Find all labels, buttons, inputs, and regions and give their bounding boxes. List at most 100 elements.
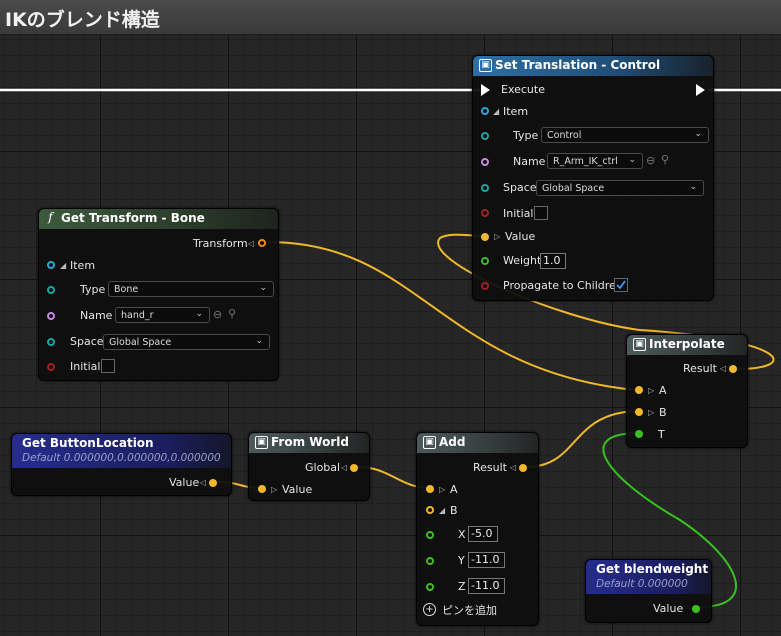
type-pin[interactable] xyxy=(481,132,489,140)
wire-add-result-to-interpolate-b xyxy=(525,410,641,468)
add-a-label: A xyxy=(450,483,458,496)
interpolate-title: Interpolate xyxy=(649,337,725,351)
expand-item-icon[interactable]: ◢ xyxy=(493,107,499,116)
gt-name-dropdown[interactable]: hand_r ⌄ xyxy=(115,307,210,323)
fw-value-pin[interactable] xyxy=(258,485,266,493)
value-arrow-icon: ◁ xyxy=(200,478,207,487)
interp-a-pin[interactable] xyxy=(635,386,643,394)
execute-in-pin[interactable] xyxy=(481,84,490,96)
expand-b-icon[interactable]: ▷ xyxy=(648,408,654,417)
gt-space-label: Space xyxy=(70,335,104,348)
function-node-icon: ▣ xyxy=(255,436,268,449)
propagate-checkbox[interactable] xyxy=(614,278,628,292)
transform-out-pin[interactable] xyxy=(258,239,266,247)
gt-type-value: Bone xyxy=(114,284,139,295)
get-transform-header[interactable]: f Get Transform - Bone xyxy=(39,209,278,229)
add-z-input[interactable]: -11.0 xyxy=(468,578,505,594)
value-pin[interactable] xyxy=(481,233,489,241)
space-pin[interactable] xyxy=(481,184,489,192)
add-node[interactable]: ▣ Add Result ◁ ▷ A ◢ B X -5.0 Y -11.0 Z … xyxy=(416,432,539,626)
add-z-pin[interactable] xyxy=(426,583,434,591)
search-icon[interactable]: ⚲ xyxy=(228,307,236,320)
gt-type-dropdown[interactable]: Bone ⌄ xyxy=(108,281,274,297)
search-icon[interactable]: ⚲ xyxy=(661,153,669,166)
interp-b-pin[interactable] xyxy=(635,408,643,416)
interpolate-node[interactable]: ▣ Interpolate Result ◁ ▷ A ▷ B T xyxy=(626,334,748,448)
initial-pin[interactable] xyxy=(481,209,489,217)
set-translation-node[interactable]: ▣ Set Translation - Control Execute ◢ It… xyxy=(472,55,714,301)
expand-a-icon[interactable]: ▷ xyxy=(439,485,445,494)
fw-global-pin[interactable] xyxy=(350,464,358,472)
interpolate-header[interactable]: ▣ Interpolate xyxy=(627,335,747,355)
fw-global-label: Global xyxy=(305,461,341,474)
add-a-pin[interactable] xyxy=(426,485,434,493)
get-blendweight-node[interactable]: Get blendweight Default 0.000000 Value xyxy=(585,559,712,623)
interp-result-pin[interactable] xyxy=(729,365,737,373)
add-b-pin[interactable] xyxy=(426,506,434,514)
chevron-down-icon: ⌄ xyxy=(694,129,702,139)
get-button-location-header[interactable]: Get ButtonLocation Default 0.000000,0.00… xyxy=(12,434,231,468)
type-dropdown[interactable]: Control ⌄ xyxy=(541,127,709,143)
add-y-label: Y xyxy=(458,554,465,567)
add-title: Add xyxy=(439,435,466,449)
gt-space-pin[interactable] xyxy=(47,338,55,346)
transform-arrow-icon: ◁ xyxy=(248,239,255,248)
gt-initial-checkbox[interactable] xyxy=(101,359,115,373)
initial-checkbox[interactable] xyxy=(534,206,548,220)
type-label: Type xyxy=(513,129,539,142)
item-label: Item xyxy=(503,105,529,118)
function-node-icon: ▣ xyxy=(633,338,646,351)
initial-label: Initial xyxy=(503,207,534,220)
set-translation-header[interactable]: ▣ Set Translation - Control xyxy=(473,56,713,76)
weight-label: Weight xyxy=(503,254,542,267)
add-y-pin[interactable] xyxy=(426,557,434,565)
expand-item-icon[interactable]: ◢ xyxy=(60,261,66,270)
expand-a-icon[interactable]: ▷ xyxy=(648,386,654,395)
chevron-down-icon: ⌄ xyxy=(259,283,267,293)
add-x-pin[interactable] xyxy=(426,531,434,539)
from-world-node[interactable]: ▣ From World Global ◁ ▷ Value xyxy=(248,432,370,501)
interp-t-pin[interactable] xyxy=(635,430,643,438)
name-pin[interactable] xyxy=(481,158,489,166)
get-blendweight-title: Get blendweight xyxy=(596,562,709,576)
get-blendweight-header[interactable]: Get blendweight Default 0.000000 xyxy=(586,560,711,594)
execute-label: Execute xyxy=(501,83,545,96)
name-label: Name xyxy=(513,155,546,168)
gt-name-value: hand_r xyxy=(121,310,154,321)
gt-initial-pin[interactable] xyxy=(47,363,55,371)
name-dropdown[interactable]: R_Arm_IK_ctrl ⌄ xyxy=(547,153,643,169)
add-y-input[interactable]: -11.0 xyxy=(468,552,505,568)
add-pin-button[interactable]: + ピンを追加 xyxy=(423,603,523,619)
gt-space-dropdown[interactable]: Global Space ⌄ xyxy=(103,334,270,350)
propagate-pin[interactable] xyxy=(481,282,489,290)
expand-b-icon[interactable]: ◢ xyxy=(439,506,445,515)
fw-value-label: Value xyxy=(282,483,313,496)
propagate-label: Propagate to Children xyxy=(503,279,623,292)
add-result-label: Result xyxy=(473,461,507,474)
use-selected-icon[interactable]: ⊖ xyxy=(646,154,655,167)
get-transform-node[interactable]: f Get Transform - Bone Transform ◁ ◢ Ite… xyxy=(38,208,279,381)
gt-item-pin[interactable] xyxy=(47,261,55,269)
add-header[interactable]: ▣ Add xyxy=(417,433,538,453)
interp-a-label: A xyxy=(659,384,667,397)
add-x-input[interactable]: -5.0 xyxy=(468,526,498,542)
add-result-pin[interactable] xyxy=(519,464,527,472)
get-button-location-node[interactable]: Get ButtonLocation Default 0.000000,0.00… xyxy=(11,433,232,496)
gbw-value-pin[interactable] xyxy=(692,605,700,613)
item-pin[interactable] xyxy=(481,107,489,115)
from-world-header[interactable]: ▣ From World xyxy=(249,433,369,453)
global-arrow-icon: ◁ xyxy=(341,463,348,472)
gbl-value-label: Value xyxy=(169,476,200,489)
result-arrow-icon: ◁ xyxy=(720,364,727,373)
expand-value-icon[interactable]: ▷ xyxy=(494,232,500,241)
execute-out-pin[interactable] xyxy=(696,84,705,96)
use-selected-icon[interactable]: ⊖ xyxy=(213,308,222,321)
weight-pin[interactable] xyxy=(481,257,489,265)
gt-type-pin[interactable] xyxy=(47,286,55,294)
gbl-value-pin[interactable] xyxy=(209,479,217,487)
expand-value-icon[interactable]: ▷ xyxy=(271,485,277,494)
weight-input[interactable]: 1.0 xyxy=(540,253,566,269)
gt-name-pin[interactable] xyxy=(47,312,55,320)
space-dropdown[interactable]: Global Space ⌄ xyxy=(536,180,704,196)
set-translation-title: Set Translation - Control xyxy=(495,58,661,72)
